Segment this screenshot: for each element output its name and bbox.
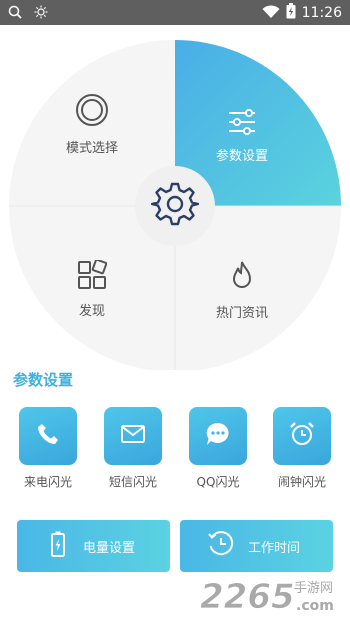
alarm-clock-icon — [289, 421, 315, 451]
mail-icon — [121, 425, 145, 447]
watermark-domain: .com — [296, 598, 334, 614]
battery-settings-label: 电量设置 — [83, 540, 136, 556]
wheel-segment-label: 模式选择 — [65, 141, 118, 156]
status-time: 11:26 — [301, 5, 342, 21]
battery-status-icon — [286, 3, 296, 23]
wheel-segment-label: 参数设置 — [215, 149, 268, 164]
status-bar: 11:26 — [0, 0, 350, 25]
wifi-icon — [262, 4, 280, 23]
search-icon — [8, 4, 22, 23]
chat-bubble-icon — [205, 422, 231, 450]
quick-action-label: 来电闪光 — [23, 475, 72, 489]
quick-action-button[interactable] — [19, 407, 77, 465]
quick-action-label: 闹钟闪光 — [277, 475, 326, 489]
watermark-logo: 2265 手游网 .com — [200, 577, 334, 618]
wheel-menu: 模式选择 参数设置 发现 热门资讯 — [0, 25, 350, 370]
wheel-segment-label: 发现 — [78, 304, 105, 319]
work-time-button[interactable]: 工作时间 — [180, 520, 333, 572]
flame-icon — [228, 261, 256, 296]
quick-action-label: QQ闪光 — [196, 475, 240, 489]
mode-ring-icon — [75, 94, 109, 131]
wheel-segment-label: 热门资讯 — [215, 306, 268, 321]
wheel-segment-mode[interactable]: 模式选择 — [52, 93, 132, 156]
phone-icon — [36, 422, 60, 450]
gear-icon — [150, 180, 200, 232]
grid-icon — [77, 258, 108, 294]
quick-action-button[interactable] — [189, 407, 247, 465]
quick-action-qq-flash[interactable]: QQ闪光 — [178, 407, 258, 490]
center-gear-button[interactable] — [135, 166, 215, 246]
section-title: 参数设置 — [13, 371, 74, 389]
watermark-brand: 2265 — [200, 577, 295, 617]
quick-action-sms-flash[interactable]: 短信闪光 — [93, 407, 173, 490]
quick-action-button[interactable] — [273, 407, 331, 465]
site-watermark: 2265 手游网 .com — [198, 570, 348, 618]
quick-action-call-flash[interactable]: 来电闪光 — [8, 407, 88, 490]
work-time-label: 工作时间 — [248, 540, 301, 556]
battery-settings-button[interactable]: 电量设置 — [17, 520, 170, 572]
quick-action-alarm-flash[interactable]: 闹钟闪光 — [262, 407, 342, 490]
watermark-site: 手游网 — [294, 581, 333, 596]
brightness-icon — [34, 4, 48, 23]
wheel-segment-params[interactable]: 参数设置 — [202, 109, 282, 164]
quick-action-button[interactable] — [104, 407, 162, 465]
battery-icon — [51, 531, 65, 561]
wheel-segment-news[interactable]: 热门资讯 — [202, 260, 282, 321]
sliders-icon — [227, 109, 257, 139]
quick-action-label: 短信闪光 — [108, 475, 157, 489]
clock-icon — [208, 531, 234, 561]
wheel-segment-discover[interactable]: 发现 — [52, 258, 132, 319]
